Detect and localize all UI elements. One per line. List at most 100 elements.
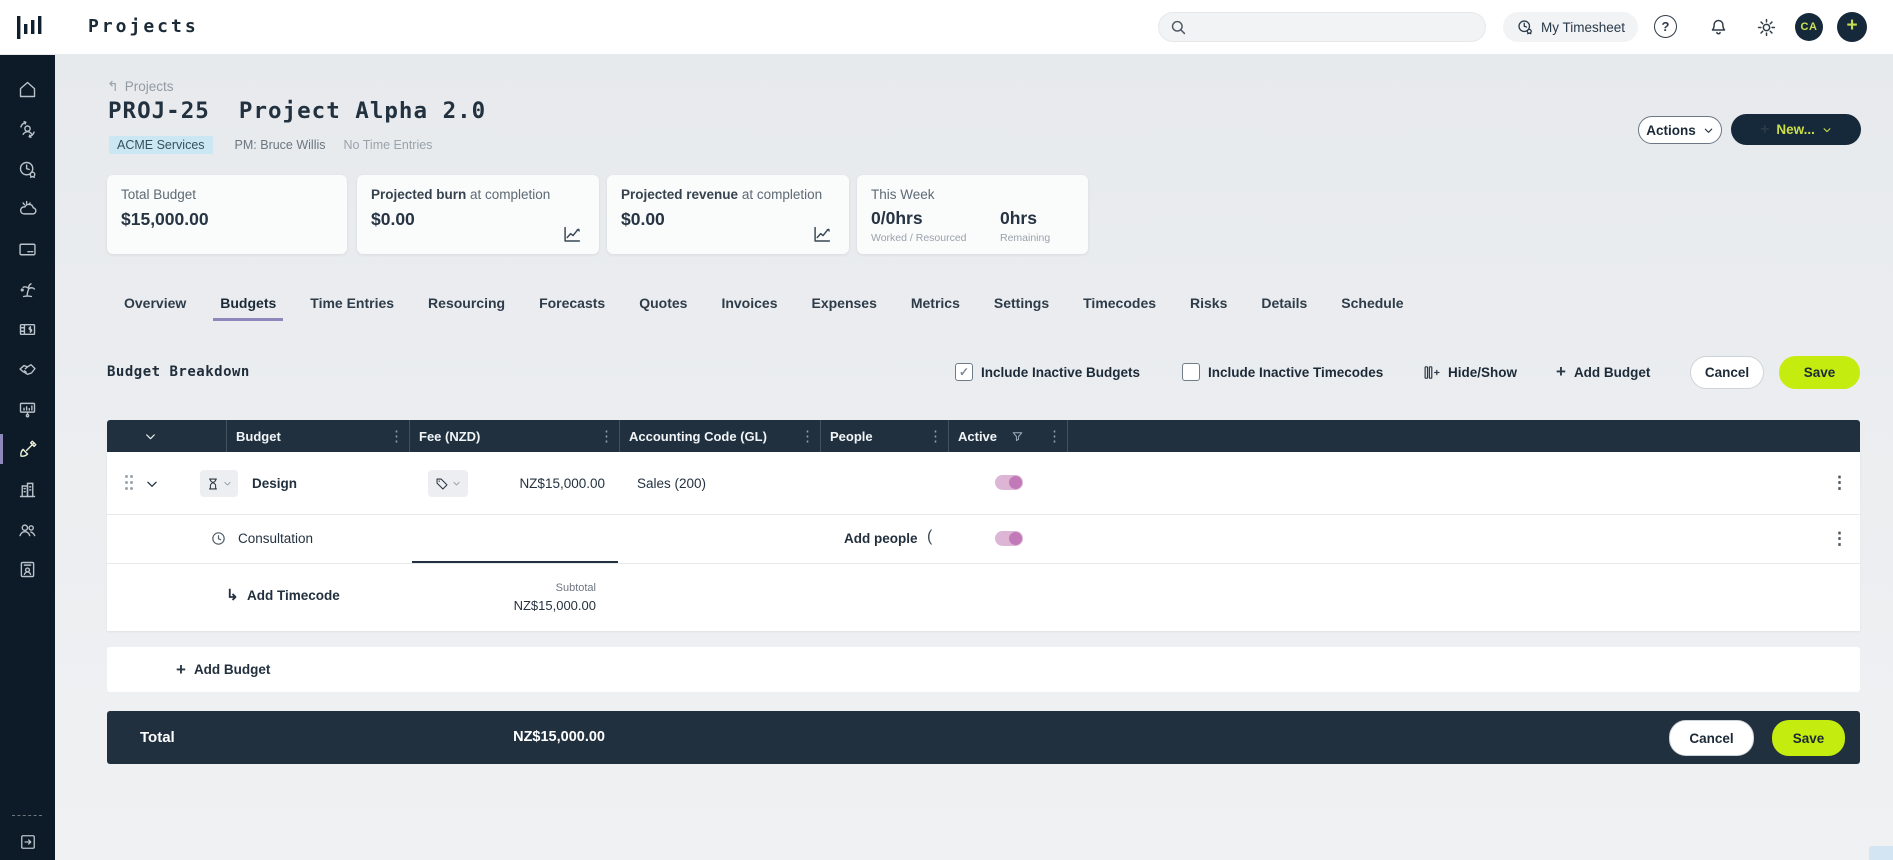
active-indicator	[0, 434, 3, 464]
cancel-label: Cancel	[1689, 731, 1733, 746]
add-timecode-button[interactable]: Add Timecode	[247, 588, 340, 603]
project-name: Project Alpha 2.0	[239, 98, 486, 124]
settings-gear-icon[interactable]	[1753, 14, 1779, 40]
budget-fee-value[interactable]: NZ$15,000.00	[475, 476, 605, 491]
header-expand-column[interactable]	[107, 420, 227, 452]
columns-icon	[1423, 364, 1440, 381]
tab-time-entries[interactable]: Time Entries	[308, 288, 396, 321]
top-bar: Projects My Timesheet	[0, 0, 1893, 55]
tab-metrics[interactable]: Metrics	[909, 288, 962, 321]
tab-settings[interactable]: Settings	[992, 288, 1051, 321]
save-button-bottom[interactable]: Save	[1772, 720, 1845, 756]
sidebar-item-clients[interactable]	[0, 349, 55, 389]
help-icon[interactable]	[1654, 15, 1677, 38]
resourcing-icon	[17, 119, 38, 140]
tab-resourcing[interactable]: Resourcing	[426, 288, 507, 321]
line-chart-icon[interactable]	[561, 225, 583, 244]
tab-expenses[interactable]: Expenses	[809, 288, 878, 321]
add-people-button[interactable]: Add people	[844, 531, 918, 546]
global-add-button[interactable]	[1837, 12, 1867, 42]
include-inactive-timecodes-checkbox[interactable]	[1182, 363, 1200, 381]
accounting-code-value[interactable]: Sales (200)	[637, 476, 706, 491]
project-meta-row: ACME Services PM: Bruce Willis No Time E…	[109, 136, 432, 154]
sidebar-item-timesheets[interactable]	[0, 149, 55, 189]
row-collapse-chevron-icon[interactable]	[145, 477, 159, 491]
budget-table: Budget Fee (NZD) Accounting Code (GL) Pe…	[107, 420, 1860, 631]
fee-input[interactable]	[412, 519, 618, 563]
user-avatar[interactable]: CA	[1795, 13, 1823, 41]
add-budget-label: Add Budget	[1574, 365, 1651, 380]
project-manager-label: PM: Bruce Willis	[235, 138, 326, 152]
row-menu-icon[interactable]	[1831, 473, 1848, 493]
stat-card-projected-burn: Projected burn at completion $0.00	[357, 175, 599, 254]
add-budget-toolbar-button[interactable]: Add Budget	[1556, 354, 1650, 390]
sidebar-item-invoices[interactable]	[0, 309, 55, 349]
sidebar-item-resourcing[interactable]	[0, 109, 55, 149]
column-menu-icon[interactable]	[1047, 427, 1062, 445]
budget-type-selector[interactable]	[200, 470, 238, 497]
home-icon	[17, 79, 38, 100]
search-input[interactable]	[1188, 19, 1485, 36]
header-fee[interactable]: Fee (NZD)	[410, 420, 620, 452]
active-toggle[interactable]	[995, 531, 1023, 546]
column-menu-icon[interactable]	[800, 427, 815, 445]
chevron-down-icon	[1822, 125, 1832, 135]
total-value: NZ$15,000.00	[475, 711, 605, 764]
header-active[interactable]: Active	[949, 420, 1068, 452]
tab-budgets[interactable]: Budgets	[218, 288, 278, 321]
filter-icon[interactable]	[1011, 430, 1024, 443]
client-tag[interactable]: ACME Services	[109, 136, 213, 154]
my-timesheet-button[interactable]: My Timesheet	[1503, 12, 1638, 42]
column-menu-icon[interactable]	[599, 427, 614, 445]
sidebar-item-leave[interactable]	[0, 269, 55, 309]
sidebar-item-reports[interactable]	[0, 389, 55, 429]
tab-invoices[interactable]: Invoices	[719, 288, 779, 321]
include-inactive-budgets-checkbox[interactable]	[955, 363, 973, 381]
include-inactive-timecodes-control[interactable]: Include Inactive Timecodes	[1182, 354, 1383, 390]
header-accounting-code[interactable]: Accounting Code (GL)	[620, 420, 821, 452]
new-label: New...	[1776, 122, 1815, 137]
tab-timecodes[interactable]: Timecodes	[1081, 288, 1158, 321]
save-label: Save	[1793, 731, 1825, 746]
tab-risks[interactable]: Risks	[1188, 288, 1229, 321]
save-button-top[interactable]: Save	[1779, 356, 1860, 389]
tab-details[interactable]: Details	[1259, 288, 1309, 321]
cancel-button-top[interactable]: Cancel	[1690, 356, 1764, 389]
tab-quotes[interactable]: Quotes	[637, 288, 689, 321]
remaining-value: 0hrs	[1000, 208, 1050, 229]
hide-show-button[interactable]: Hide/Show	[1423, 354, 1517, 390]
active-toggle[interactable]	[995, 475, 1023, 490]
row-menu-icon[interactable]	[1831, 529, 1848, 549]
column-menu-icon[interactable]	[928, 427, 943, 445]
new-button[interactable]: New...	[1731, 114, 1861, 145]
notifications-bell-icon[interactable]	[1705, 14, 1731, 40]
sidebar-collapse-button[interactable]	[0, 822, 55, 860]
add-budget-button[interactable]: Add Budget	[176, 647, 270, 692]
tab-schedule[interactable]: Schedule	[1339, 288, 1405, 321]
sidebar-item-organizations[interactable]	[0, 469, 55, 509]
fee-type-selector[interactable]	[428, 470, 468, 497]
sidebar-item-home[interactable]	[0, 69, 55, 109]
tab-overview[interactable]: Overview	[122, 288, 188, 321]
sub-item-arrow-icon	[226, 586, 239, 605]
tab-forecasts[interactable]: Forecasts	[537, 288, 607, 321]
header-budget[interactable]: Budget	[227, 420, 410, 452]
line-chart-icon[interactable]	[811, 225, 833, 244]
app-logo[interactable]	[16, 13, 46, 41]
sidebar-item-forecasts[interactable]	[0, 189, 55, 229]
sidebar-item-projects[interactable]	[0, 429, 55, 469]
organizations-building-icon	[17, 479, 38, 500]
include-inactive-budgets-control[interactable]: Include Inactive Budgets	[955, 354, 1140, 390]
actions-button[interactable]: Actions	[1638, 116, 1722, 144]
cancel-button-bottom[interactable]: Cancel	[1669, 720, 1754, 756]
search-icon	[1169, 18, 1188, 37]
sidebar-item-contacts[interactable]	[0, 549, 55, 589]
sidebar-item-people[interactable]	[0, 509, 55, 549]
timecode-row-consultation: Consultation Add people	[107, 515, 1860, 564]
breadcrumb[interactable]: Projects	[107, 78, 174, 95]
sidebar-item-expenses[interactable]	[0, 229, 55, 269]
column-menu-icon[interactable]	[389, 427, 404, 445]
drag-handle-icon[interactable]	[125, 475, 128, 478]
search-bar[interactable]	[1158, 12, 1486, 42]
header-people[interactable]: People	[821, 420, 949, 452]
